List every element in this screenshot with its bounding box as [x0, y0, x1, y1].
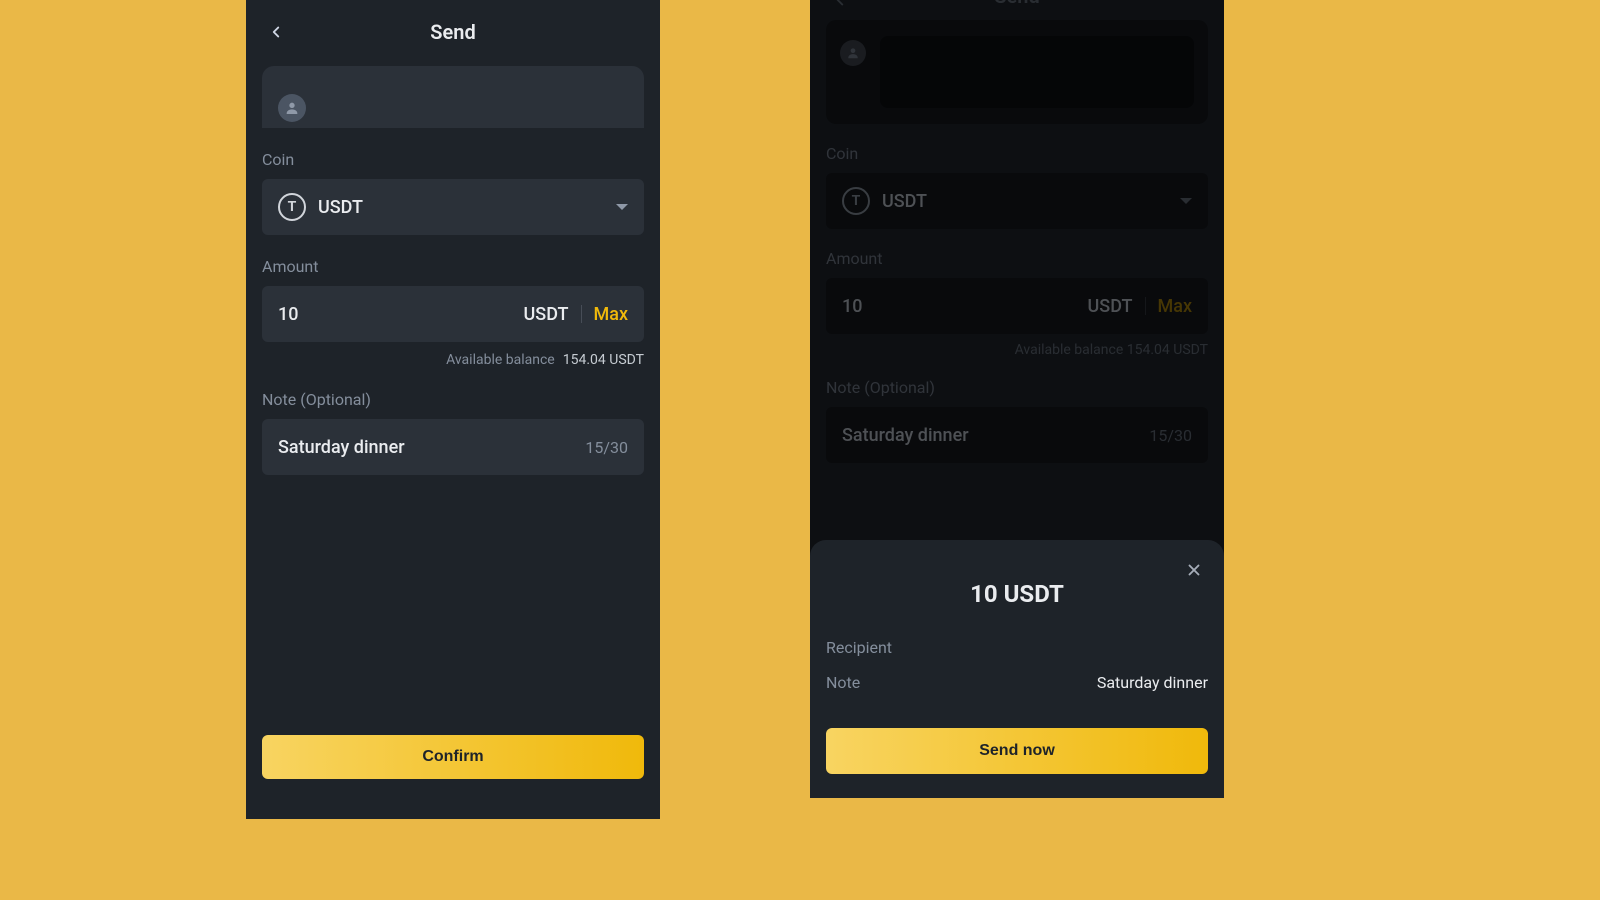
note-label: Note (Optional): [826, 378, 1208, 397]
close-icon: [1185, 561, 1203, 579]
send-now-button[interactable]: Send now: [826, 728, 1208, 774]
divider: [1145, 297, 1146, 315]
note-label: Note (Optional): [262, 390, 644, 409]
recipient-card[interactable]: [262, 66, 644, 128]
balance-label: Available balance: [446, 352, 555, 368]
max-button[interactable]: Max: [594, 304, 629, 325]
close-button[interactable]: [1176, 552, 1212, 588]
amount-label: Amount: [262, 257, 644, 276]
avatar: [840, 40, 866, 66]
coin-name: USDT: [882, 191, 1180, 212]
amount-input-row: 10 USDT Max: [262, 286, 644, 342]
page-title: Send: [810, 0, 1224, 8]
note-char-count: 15/30: [585, 438, 628, 457]
sheet-note-label: Note: [826, 673, 860, 692]
confirmation-sheet: 10 USDT Recipient Note Saturday dinner S…: [810, 540, 1224, 798]
app-header: Send: [810, 0, 1224, 6]
amount-label: Amount: [826, 249, 1208, 268]
coin-name: USDT: [318, 197, 616, 218]
page-title: Send: [246, 20, 660, 44]
amount-unit: USDT: [1088, 296, 1133, 317]
back-button[interactable]: [818, 0, 862, 14]
amount-input[interactable]: 10: [842, 296, 1088, 317]
send-form-screen: Send Coin T USDT Amount 10 USDT Max Avai…: [246, 0, 660, 819]
amount-input-row: 10 USDT Max: [826, 278, 1208, 334]
confirm-button[interactable]: Confirm: [262, 735, 644, 779]
divider: [581, 305, 582, 323]
sheet-note-value: Saturday dinner: [1097, 673, 1208, 692]
available-balance: Available balance 154.04 USDT: [826, 342, 1208, 358]
chevron-left-icon: [831, 0, 849, 9]
app-header: Send: [246, 0, 660, 64]
sheet-amount: 10 USDT: [826, 580, 1208, 608]
tether-icon: T: [278, 193, 306, 221]
sheet-note-row: Note Saturday dinner: [826, 673, 1208, 692]
send-confirm-screen: Send Coin T USDT Amount 10 USDT Max: [810, 0, 1224, 798]
chevron-down-icon: [1180, 198, 1192, 204]
note-input[interactable]: Saturday dinner: [842, 425, 1149, 446]
user-icon: [846, 46, 860, 60]
note-input-row: Saturday dinner 15/30: [826, 407, 1208, 463]
sheet-recipient-row: Recipient: [826, 638, 1208, 657]
user-icon: [284, 100, 300, 116]
note-char-count: 15/30: [1149, 426, 1192, 445]
recipient-card[interactable]: [826, 20, 1208, 124]
recipient-field[interactable]: [880, 36, 1194, 108]
sheet-recipient-label: Recipient: [826, 638, 892, 657]
note-input-row: Saturday dinner 15/30: [262, 419, 644, 475]
balance-value: 154.04 USDT: [563, 352, 644, 368]
avatar: [278, 94, 306, 122]
amount-unit: USDT: [524, 304, 569, 325]
coin-label: Coin: [262, 150, 644, 169]
tether-icon: T: [842, 187, 870, 215]
back-button[interactable]: [254, 10, 298, 54]
chevron-down-icon: [616, 204, 628, 210]
chevron-left-icon: [267, 23, 285, 41]
amount-input[interactable]: 10: [278, 304, 524, 325]
coin-selector[interactable]: T USDT: [826, 173, 1208, 229]
note-input[interactable]: Saturday dinner: [278, 437, 585, 458]
coin-selector[interactable]: T USDT: [262, 179, 644, 235]
available-balance: Available balance 154.04 USDT: [262, 352, 644, 368]
coin-label: Coin: [826, 144, 1208, 163]
max-button[interactable]: Max: [1158, 296, 1193, 317]
